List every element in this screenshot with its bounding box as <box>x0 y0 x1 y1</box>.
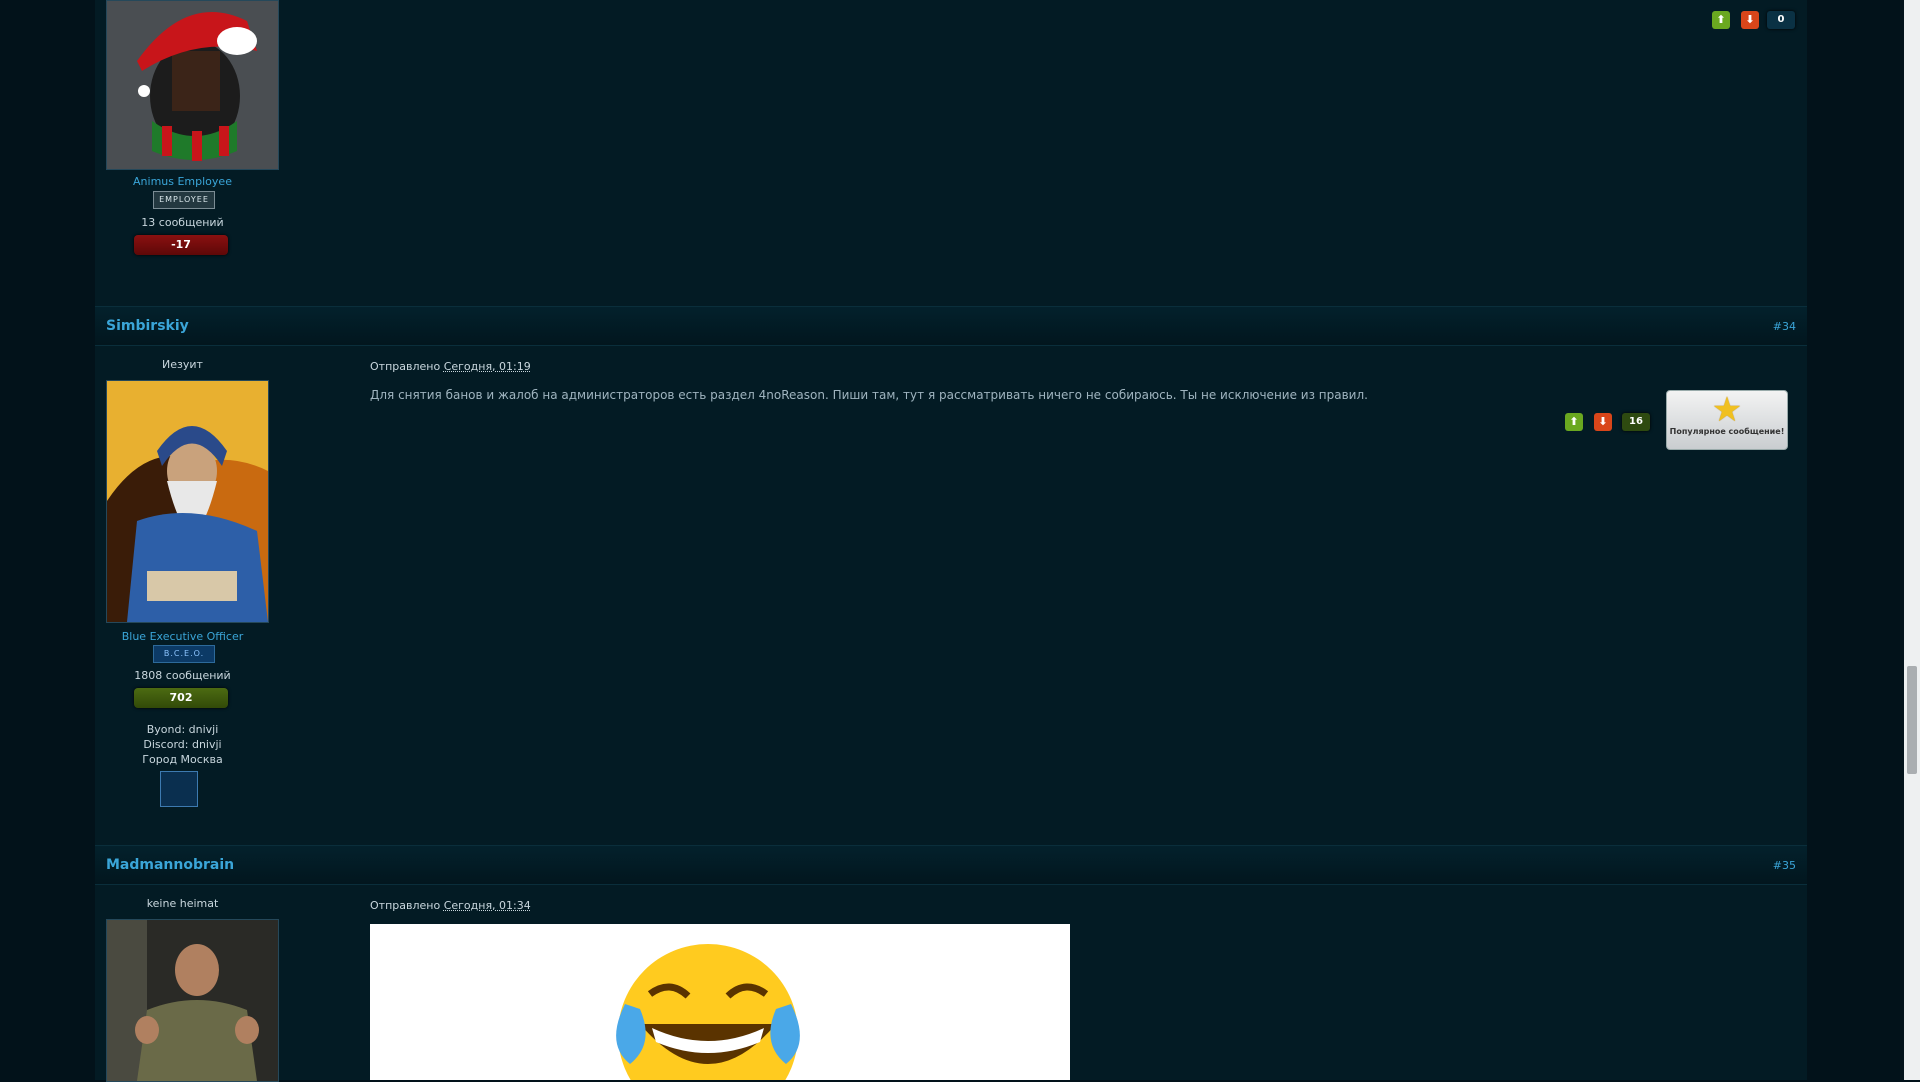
vote-score: 0 <box>1767 11 1795 29</box>
vote-score: 16 <box>1622 413 1650 431</box>
posted-label: Отправлено <box>370 360 441 373</box>
arrow-down-icon: ⬇ <box>1598 415 1608 428</box>
userinfo-1: Animus Employee EMPLOYEE 13 сообщений -1… <box>95 0 270 260</box>
post-header: Simbirskiy #34 <box>95 306 1807 346</box>
popular-post-badge: ★ Популярное сообщение! <box>1666 390 1788 450</box>
arrow-down-icon: ⬇ <box>1745 13 1755 26</box>
laughing-emoji-icon <box>616 944 800 1080</box>
post-number-link[interactable]: #34 <box>1773 320 1796 333</box>
rank-badge: EMPLOYEE <box>153 191 215 209</box>
vote-up-button[interactable]: ⬆ <box>1565 413 1583 431</box>
avatar[interactable] <box>106 380 269 623</box>
arrow-up-icon: ⬆ <box>1569 415 1579 428</box>
message-count: 1808 сообщений <box>134 669 231 682</box>
message-count: 13 сообщений <box>141 216 224 229</box>
scrollbar[interactable] <box>1904 0 1920 1080</box>
author-name[interactable]: Madmannobrain <box>106 857 234 873</box>
vote-down-button[interactable]: ⬇ <box>1741 11 1759 29</box>
posted-label: Отправлено <box>370 899 441 912</box>
userinfo-2: Иезуит Blue Executive Officer B.C.E.O. 1… <box>95 345 270 815</box>
posted-date[interactable]: Сегодня, 01:34 <box>444 899 531 912</box>
rank-name[interactable]: Animus Employee <box>95 175 270 188</box>
author-name[interactable]: Simbirskiy <box>106 318 189 334</box>
star-icon: ★ <box>1711 390 1743 430</box>
posted-date[interactable]: Сегодня, 01:19 <box>444 360 531 373</box>
popular-label: Популярное сообщение! <box>1669 427 1785 436</box>
posted-info: Отправлено Сегодня, 01:19 <box>370 360 531 373</box>
post-number-link[interactable]: #35 <box>1773 859 1796 872</box>
reputation-badge: -17 <box>134 235 228 255</box>
wizard-avatar-image <box>107 381 268 622</box>
userinfo-3: keine heimat <box>95 884 279 1082</box>
user-award-icon[interactable] <box>160 771 198 807</box>
reputation-badge: 702 <box>134 688 228 708</box>
rank-name[interactable]: Blue Executive Officer <box>95 630 270 643</box>
forum-container <box>95 0 1807 1080</box>
post-header: Madmannobrain #35 <box>95 845 1807 885</box>
post-message: Для снятия банов и жалоб на администрато… <box>370 388 1368 402</box>
vote-up-button[interactable]: ⬆ <box>1712 11 1730 29</box>
posted-info: Отправлено Сегодня, 01:34 <box>370 899 531 912</box>
city-field: Город Москва <box>142 753 223 766</box>
man-avatar-image <box>107 920 278 1081</box>
discord-field: Discord: dnivji <box>143 738 222 751</box>
scrollbar-thumb[interactable] <box>1907 666 1917 774</box>
user-title: keine heimat <box>146 897 219 910</box>
arrow-up-icon: ⬆ <box>1716 13 1726 26</box>
avatar[interactable] <box>106 919 279 1082</box>
post-image <box>370 924 1070 1080</box>
byond-field: Byond: dnivji <box>146 723 219 736</box>
user-title: Иезуит <box>162 358 203 371</box>
rank-badge: B.C.E.O. <box>153 645 215 663</box>
vote-down-button[interactable]: ⬇ <box>1594 413 1612 431</box>
